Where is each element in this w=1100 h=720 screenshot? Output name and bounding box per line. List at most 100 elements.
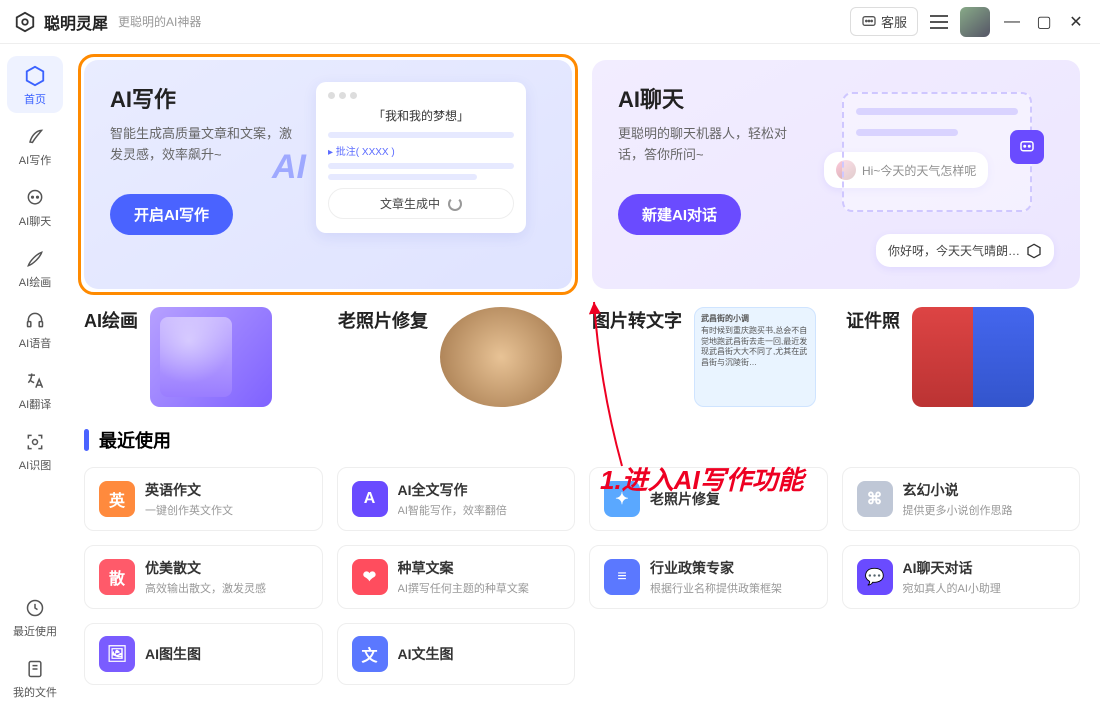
headset-icon bbox=[23, 308, 47, 332]
recent-heading: 最近使用 bbox=[84, 427, 1080, 453]
close-button[interactable]: ✕ bbox=[1066, 12, 1086, 32]
function-card-title: 行业政策专家 bbox=[650, 558, 782, 578]
sidebar-item-label: AI翻译 bbox=[19, 396, 51, 412]
customer-service-button[interactable]: 客服 bbox=[850, 7, 918, 36]
function-grid: 英 英语作文 一键创作英文作文 A AI全文写作 AI智能写作，效率翻倍 ✦ 老… bbox=[84, 467, 1080, 685]
function-card-icon: 英 bbox=[99, 481, 135, 517]
function-card[interactable]: 文 AI文生图 bbox=[337, 623, 576, 685]
function-card-subtitle: 高效输出散文，激发灵感 bbox=[145, 580, 266, 596]
function-card-icon: ✦ bbox=[604, 481, 640, 517]
function-card-icon: ⌘ bbox=[857, 481, 893, 517]
function-card-subtitle: 根据行业名称提供政策框架 bbox=[650, 580, 782, 596]
sidebar-item-label: AI绘画 bbox=[19, 274, 51, 290]
function-card[interactable]: 英 英语作文 一键创作英文作文 bbox=[84, 467, 323, 531]
feature-thumb: 武昌街的小调 有时候到重庆跑买书,总会不自觉地跑武昌街去走一回,最近发现武昌街大… bbox=[694, 307, 816, 407]
writing-preview-mock: 「我和我的梦想」 ▸ 批注( XXXX ) 文章生成中 bbox=[316, 82, 526, 233]
function-card-title: 种草文案 bbox=[398, 558, 529, 578]
function-card[interactable]: ⌘ 玄幻小说 提供更多小说创作思路 bbox=[842, 467, 1081, 531]
function-card-title: AI文生图 bbox=[398, 644, 454, 664]
chat-bubble-reply: 你好呀，今天天气晴朗… bbox=[876, 234, 1054, 267]
function-card-subtitle: 宛如真人的AI小助理 bbox=[903, 580, 1001, 596]
function-card-title: AI全文写作 bbox=[398, 480, 507, 500]
function-card-subtitle: AI撰写任何主题的种草文案 bbox=[398, 580, 529, 596]
function-card-icon: ❤ bbox=[352, 559, 388, 595]
clock-icon bbox=[23, 596, 47, 620]
new-chat-button[interactable]: 新建AI对话 bbox=[618, 194, 741, 235]
file-icon bbox=[23, 657, 47, 681]
chat-float-icon bbox=[1010, 130, 1044, 164]
hexagon-logo-icon bbox=[1026, 243, 1042, 259]
function-card[interactable]: 🖼 AI图生图 bbox=[84, 623, 323, 685]
function-card-icon: ≡ bbox=[604, 559, 640, 595]
sidebar-item-label: AI识图 bbox=[19, 457, 51, 473]
sidebar-item-voice[interactable]: AI语音 bbox=[7, 300, 63, 357]
function-card-icon: 💬 bbox=[857, 559, 893, 595]
sidebar-item-writing[interactable]: AI写作 bbox=[7, 117, 63, 174]
sidebar-item-label: 最近使用 bbox=[13, 623, 57, 639]
sidebar-item-label: 我的文件 bbox=[13, 684, 57, 700]
maximize-button[interactable]: ▢ bbox=[1034, 12, 1054, 32]
sidebar-item-label: AI语音 bbox=[19, 335, 51, 351]
function-card-icon: A bbox=[352, 481, 388, 517]
function-card-title: 英语作文 bbox=[145, 480, 233, 500]
chat-dots-icon bbox=[861, 14, 877, 30]
feature-thumb bbox=[912, 307, 1034, 407]
feature-tile-idphoto[interactable]: 证件照 bbox=[846, 307, 1080, 407]
function-card-title: 老照片修复 bbox=[650, 489, 720, 509]
function-card-icon: 散 bbox=[99, 559, 135, 595]
sidebar-item-label: AI写作 bbox=[19, 152, 51, 168]
function-card-title: AI聊天对话 bbox=[903, 558, 1001, 578]
function-card[interactable]: 散 优美散文 高效输出散文，激发灵感 bbox=[84, 545, 323, 609]
user-avatar[interactable] bbox=[960, 7, 990, 37]
sidebar-item-label: AI聊天 bbox=[19, 213, 51, 229]
sidebar-item-ocr[interactable]: AI识图 bbox=[7, 422, 63, 479]
hero-card-chat[interactable]: AI聊天 更聪明的聊天机器人，轻松对话，答你所问~ 新建AI对话 Hi~今天的天… bbox=[592, 60, 1080, 289]
hexagon-logo-icon bbox=[14, 11, 36, 33]
hero-title: AI写作 bbox=[110, 82, 300, 114]
feature-tile-ocr[interactable]: 图片转文字 武昌街的小调 有时候到重庆跑买书,总会不自觉地跑武昌街去走一回,最近… bbox=[592, 307, 826, 407]
section-accent-bar bbox=[84, 429, 89, 451]
function-card[interactable]: ≡ 行业政策专家 根据行业名称提供政策框架 bbox=[589, 545, 828, 609]
generation-status-chip: 文章生成中 bbox=[328, 188, 514, 219]
home-icon bbox=[23, 64, 47, 88]
function-card-icon: 文 bbox=[352, 636, 388, 672]
titlebar: 聪明灵犀 更聪明的AI神器 客服 — ▢ ✕ bbox=[0, 0, 1100, 44]
hero-card-writing[interactable]: AI写作 智能生成高质量文章和文案，激发灵感，效率飙升~ 开启AI写作 AI 「… bbox=[84, 60, 572, 289]
feature-tile-restore[interactable]: 老照片修复 bbox=[338, 307, 572, 407]
sidebar-item-recent[interactable]: 最近使用 bbox=[7, 588, 63, 645]
app-name: 聪明灵犀 bbox=[44, 10, 108, 34]
spinner-icon bbox=[448, 197, 462, 211]
function-card[interactable]: ✦ 老照片修复 bbox=[589, 467, 828, 531]
sidebar-item-home[interactable]: 首页 bbox=[7, 56, 63, 113]
sidebar-item-files[interactable]: 我的文件 bbox=[7, 649, 63, 706]
feature-thumb bbox=[150, 307, 272, 407]
sidebar-item-paint[interactable]: AI绘画 bbox=[7, 239, 63, 296]
sidebar-item-translate[interactable]: AI翻译 bbox=[7, 361, 63, 418]
function-card-title: 玄幻小说 bbox=[903, 480, 1013, 500]
function-card[interactable]: A AI全文写作 AI智能写作，效率翻倍 bbox=[337, 467, 576, 531]
feature-row: AI绘画 老照片修复 图片转文字 武昌街的小调 有时候到重庆跑买书,总会不自觉地… bbox=[84, 307, 1080, 407]
sidebar-item-chat[interactable]: AI聊天 bbox=[7, 178, 63, 235]
function-card-subtitle: 提供更多小说创作思路 bbox=[903, 502, 1013, 518]
feature-thumb bbox=[440, 307, 562, 407]
function-card-title: 优美散文 bbox=[145, 558, 266, 578]
function-card-subtitle: AI智能写作，效率翻倍 bbox=[398, 502, 507, 518]
function-card[interactable]: ❤ 种草文案 AI撰写任何主题的种草文案 bbox=[337, 545, 576, 609]
start-writing-button[interactable]: 开启AI写作 bbox=[110, 194, 233, 235]
minimize-button[interactable]: — bbox=[1002, 13, 1022, 31]
feature-tile-paint[interactable]: AI绘画 bbox=[84, 307, 318, 407]
scan-icon bbox=[23, 430, 47, 454]
brush-icon bbox=[23, 247, 47, 271]
function-card-subtitle: 一键创作英文作文 bbox=[145, 502, 233, 518]
feather-icon bbox=[23, 125, 47, 149]
app-logo: 聪明灵犀 bbox=[14, 10, 108, 34]
sidebar: 首页 AI写作 AI聊天 AI绘画 AI语音 AI翻译 AI识图 bbox=[0, 44, 70, 720]
hero-title: AI聊天 bbox=[618, 82, 808, 114]
app-tagline: 更聪明的AI神器 bbox=[118, 13, 201, 30]
chat-icon bbox=[23, 186, 47, 210]
sidebar-item-label: 首页 bbox=[24, 91, 46, 107]
function-card-title: AI图生图 bbox=[145, 644, 201, 664]
function-card[interactable]: 💬 AI聊天对话 宛如真人的AI小助理 bbox=[842, 545, 1081, 609]
hamburger-menu-button[interactable] bbox=[930, 15, 948, 29]
translate-icon bbox=[23, 369, 47, 393]
